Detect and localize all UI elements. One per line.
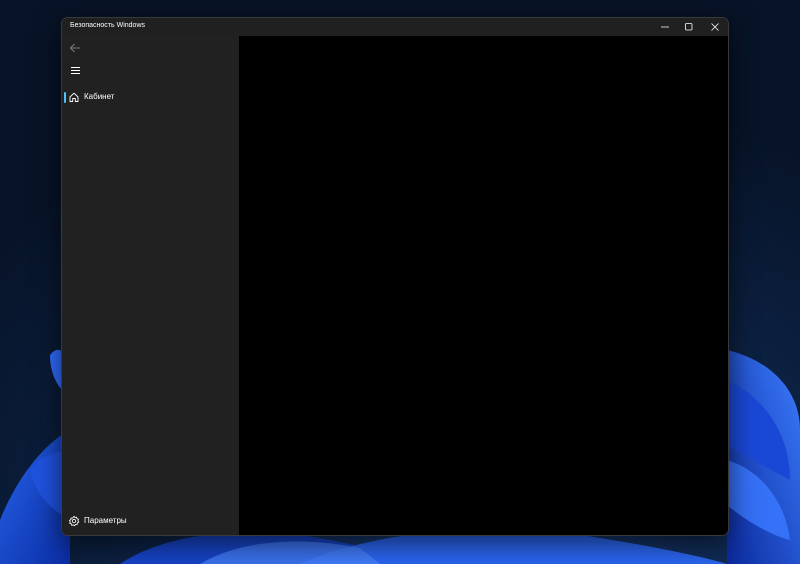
window-title: Безопасность Windows (70, 22, 145, 29)
sidebar-item-label: Параметры (84, 516, 127, 525)
maximize-button[interactable] (676, 18, 702, 36)
sidebar-item-settings[interactable]: Параметры (64, 512, 236, 530)
hamburger-icon (70, 66, 80, 74)
menu-button[interactable] (65, 62, 85, 78)
home-icon (69, 92, 79, 102)
navigation-pane: Кабинет Параметры (62, 36, 239, 535)
main-content-area (239, 36, 728, 535)
close-icon (711, 23, 719, 31)
gear-icon (68, 515, 80, 527)
sidebar-item-home[interactable]: Кабинет (64, 88, 236, 106)
close-button[interactable] (702, 18, 728, 36)
title-bar[interactable]: Безопасность Windows (62, 18, 728, 36)
app-window: Безопасность Windows Кабинет Параметры (61, 17, 729, 536)
minimize-icon (661, 26, 669, 28)
sidebar-item-label: Кабинет (84, 92, 115, 101)
back-button[interactable] (65, 40, 85, 56)
selection-indicator (64, 92, 66, 103)
minimize-button[interactable] (652, 18, 678, 36)
back-arrow-icon (69, 43, 80, 53)
maximize-icon (685, 23, 693, 31)
